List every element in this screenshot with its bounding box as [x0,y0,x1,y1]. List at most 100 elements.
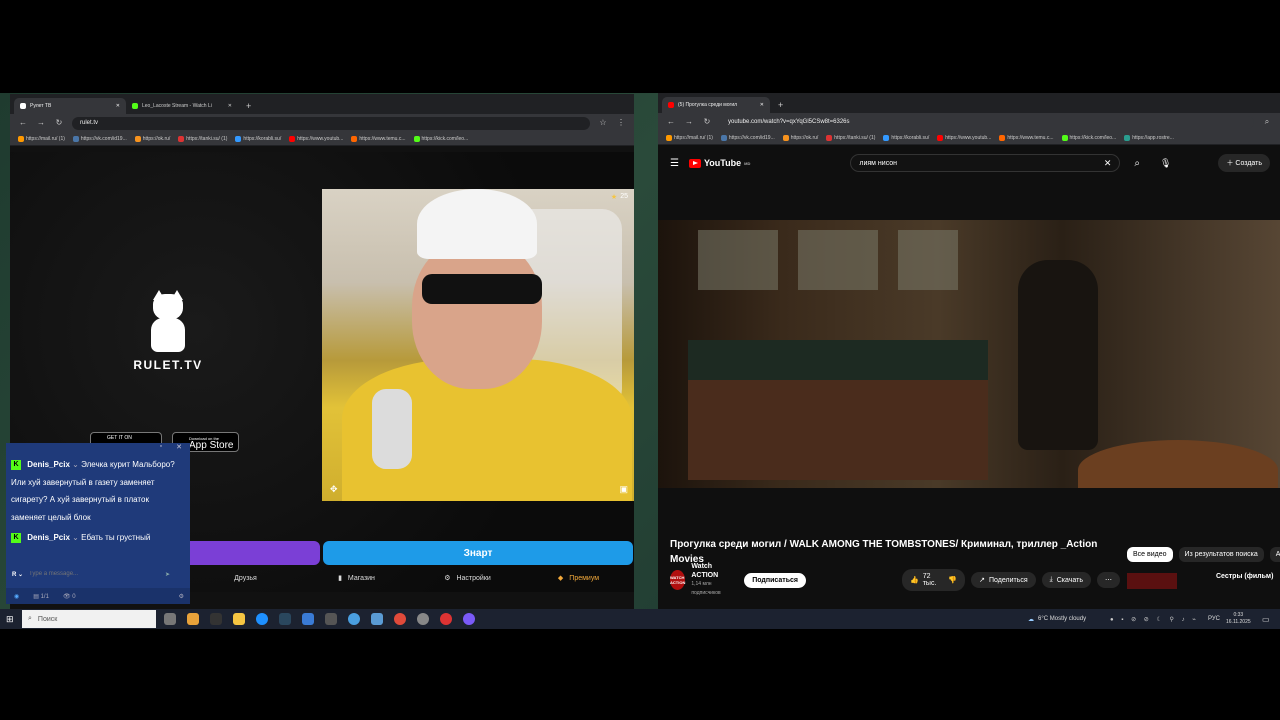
hamburger-menu-icon[interactable]: ☰ [670,158,679,169]
purple-button[interactable] [190,541,320,565]
back-arrow-icon[interactable]: ← [18,118,28,128]
bookmark-item[interactable]: https://tanki.su/ (1) [826,134,875,141]
zoom-icon[interactable]: ⌕ [1262,117,1272,127]
youtube-logo[interactable]: YouTube MD [688,158,750,168]
nav-friends[interactable]: Друзья [190,575,301,582]
bookmark-star-icon[interactable]: ☆ [598,118,608,128]
camera-icon[interactable]: ▣ [619,484,628,495]
microphone-icon[interactable]: 🎙 [1160,158,1171,169]
left-url-field[interactable]: rulet.tv [72,116,590,130]
steam-icon[interactable] [279,613,291,625]
share-button[interactable]: ↗ Поделиться [971,572,1036,588]
left-tab-rulet[interactable]: Рулет ТВ ✕ [14,98,126,114]
bookmark-item[interactable]: https://mail.ru/ (1) [666,134,713,141]
search-icon[interactable]: ⌕ [1134,158,1140,169]
bookmark-item[interactable]: https://vk.com/id19... [72,135,127,142]
notifications-icon[interactable]: ▭ [1262,615,1270,624]
clock[interactable]: 0:33 16.11.2025 [1226,612,1251,626]
related-video-title[interactable]: Сестры (фильм) [1216,573,1273,580]
forward-arrow-icon[interactable]: → [684,117,694,127]
subscriber-count: 1,14 млн подписчиков [691,581,721,596]
close-icon[interactable]: ✕ [228,103,232,109]
bookmark-item[interactable]: https://tanki.su/ (1) [178,135,227,142]
create-button[interactable]: ＋ Создать [1218,154,1270,172]
chrome-icon[interactable] [417,613,429,625]
platform-icon[interactable]: R ⌄ [12,571,23,578]
menu-dots-icon[interactable]: ⋮ [616,118,626,128]
new-tab-plus-icon[interactable]: + [778,100,783,110]
file-explorer-icon[interactable] [233,613,245,625]
move-icon[interactable]: ✥ [330,484,338,495]
left-tab-kick[interactable]: Leo_Lacoste Stream - Watch Li ✕ [126,98,238,114]
taskbar-search[interactable]: ⌕ Поиск [22,610,156,628]
chat-app-icon[interactable]: ◉ [14,593,19,600]
more-actions-button[interactable]: ⋯ [1097,572,1120,588]
youtube-search-box[interactable]: лиям нисон ✕ [850,154,1121,172]
nav-settings[interactable]: ⚙ Настройки [412,574,523,583]
bookmark-item[interactable]: https://www.youtub... [937,134,991,141]
nav-premium[interactable]: ◆ Премиум [523,574,634,583]
app-icon[interactable] [463,613,475,625]
bookmark-item[interactable]: https://ok.ru/ [782,134,818,141]
bookmark-item[interactable]: https://korabli.su/ [883,134,929,141]
download-button[interactable]: ⤓ Скачать [1041,572,1091,588]
bookmark-item[interactable]: https://app.rostre... [1124,134,1174,141]
thumbs-down-icon[interactable]: 👎 [948,576,957,584]
send-icon[interactable]: ➤ [165,571,170,578]
share-icon: ↗ [979,577,985,584]
app-icon[interactable] [325,613,337,625]
language-indicator[interactable]: РУС [1208,616,1220,622]
weather-widget[interactable]: ☁ 6°C Mostly cloudy [1028,616,1086,623]
bookmark-item[interactable]: https://vk.com/id19... [720,134,775,141]
bookmark-item[interactable]: https://mail.ru/ (1) [18,135,65,142]
chip-all-videos[interactable]: Все видео [1127,547,1173,562]
close-icon[interactable]: ✕ [176,443,182,453]
bookmark-item[interactable]: https://korabli.su/ [235,135,281,142]
bookmark-item[interactable]: https://kick.com/leo... [1061,134,1116,141]
chat-footer: ◉ ▤ 1/1 👁 0 ⚙ [6,588,190,604]
chat-username[interactable]: Denis_Pcix [27,533,70,542]
new-tab-plus-icon[interactable]: + [246,101,251,111]
popout-icon[interactable]: ▫ [160,443,162,453]
tray-icons[interactable]: ● ▪ ⊘ ⊘ ☾ ⚲ ♪ ⌁ [1110,616,1199,623]
app-icon[interactable] [348,613,360,625]
youtube-video-player[interactable] [658,220,1280,488]
chrome-icon[interactable] [440,613,452,625]
bookmark-item[interactable]: https://www.temu.c... [351,135,406,142]
app-icon[interactable] [210,613,222,625]
chip-from-search[interactable]: Из результатов поиска [1178,547,1264,562]
start-button[interactable]: Знарт [323,541,633,565]
back-arrow-icon[interactable]: ← [666,117,676,127]
like-button[interactable]: 👍 72 тыс. 👎 [901,569,966,591]
app-icon[interactable] [394,613,406,625]
chat-text: Элечка курит Мальборо? Или хуй завернуты… [11,460,175,522]
bookmark-item[interactable]: https://kick.com/leo... [413,135,468,142]
app-icon[interactable] [371,613,383,625]
windows-start-icon[interactable]: ⊞ [6,614,14,625]
chat-username[interactable]: Denis_Pcix [27,460,70,469]
app-icon[interactable] [302,613,314,625]
chat-input[interactable] [29,571,160,577]
task-view-icon[interactable] [164,613,176,625]
right-url-field[interactable]: youtube.com/watch?v=qxYqGl5CSw8t=6326s [720,115,1254,129]
bookmark-item[interactable]: https://ok.ru/ [134,135,170,142]
related-video-thumbnail[interactable] [1127,573,1177,589]
subscribe-button[interactable]: Подписаться [744,572,806,588]
edge-icon[interactable] [256,613,268,625]
clear-search-icon[interactable]: ✕ [1104,158,1112,169]
reload-icon[interactable]: ↻ [702,117,712,127]
gear-icon[interactable]: ⚙ [179,593,184,600]
close-icon[interactable]: ✕ [760,102,764,108]
bookmark-item[interactable]: https://www.temu.c... [999,134,1054,141]
nav-shop[interactable]: ▮ Магазин [301,574,412,583]
close-icon[interactable]: ✕ [116,103,120,109]
chip-more[interactable]: А [1269,547,1280,562]
channel-name[interactable]: Watch ACTION [691,562,730,580]
app-icon[interactable] [187,613,199,625]
url-text: rulet.tv [80,120,99,126]
forward-arrow-icon[interactable]: → [36,118,46,128]
right-tab-youtube[interactable]: (5) Прогулка среди могил ✕ [662,97,770,113]
channel-avatar[interactable]: WATCH ACTION [670,570,685,590]
bookmark-item[interactable]: https://www.youtub... [289,135,343,142]
reload-icon[interactable]: ↻ [54,118,64,128]
